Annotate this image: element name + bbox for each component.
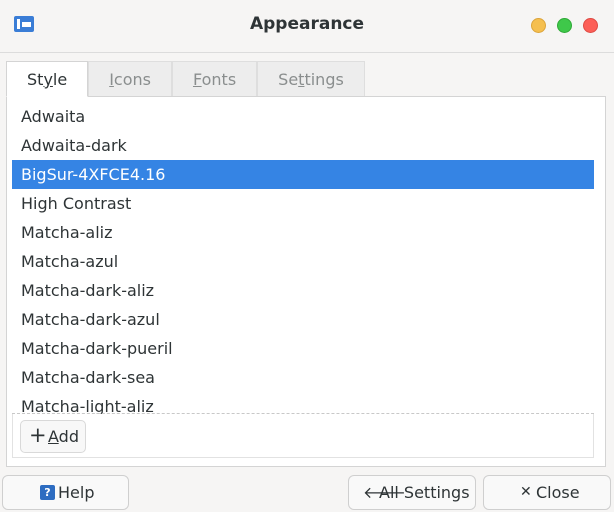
theme-list-item[interactable]: High Contrast xyxy=(12,189,594,218)
theme-list-item[interactable]: Matcha-dark-aliz xyxy=(12,276,594,305)
theme-list-item[interactable]: Adwaita-dark xyxy=(12,131,594,160)
all-settings-label: All Settings xyxy=(379,483,470,502)
list-toolbar xyxy=(12,414,594,458)
title-bar: Appearance xyxy=(0,0,614,53)
theme-list-item[interactable]: Matcha-azul xyxy=(12,247,594,276)
all-settings-button[interactable]: 🡐 All Settings xyxy=(348,475,476,510)
theme-list-item[interactable]: Matcha-dark-sea xyxy=(12,363,594,392)
theme-list-item[interactable]: Matcha-light-aliz xyxy=(12,392,594,414)
minimize-button[interactable] xyxy=(531,18,546,33)
tab-icons[interactable]: Icons xyxy=(88,61,172,96)
theme-list-item[interactable]: Matcha-aliz xyxy=(12,218,594,247)
theme-list[interactable]: Adwaita Adwaita-dark BigSur-4XFCE4.16 High … xyxy=(12,102,594,414)
close-button[interactable]: ✕ Close xyxy=(483,475,611,510)
add-theme-button[interactable]: + Add xyxy=(20,420,86,453)
theme-list-item[interactable]: BigSur-4XFCE4.16 xyxy=(12,160,594,189)
theme-list-item[interactable]: Matcha-dark-azul xyxy=(12,305,594,334)
tab-settings[interactable]: Settings xyxy=(257,61,365,96)
maximize-button[interactable] xyxy=(557,18,572,33)
close-icon: ✕ xyxy=(520,484,532,500)
theme-list-item[interactable]: Matcha-dark-pueril xyxy=(12,334,594,363)
theme-list-item[interactable]: Adwaita xyxy=(12,102,594,131)
add-label: Add xyxy=(48,427,79,446)
help-label: Help xyxy=(58,483,95,502)
plus-icon: + xyxy=(29,423,47,447)
tab-fonts[interactable]: Fonts xyxy=(171,61,258,96)
help-button[interactable]: ? Help xyxy=(2,475,129,510)
close-window-button[interactable] xyxy=(583,18,598,33)
help-icon: ? xyxy=(40,485,55,500)
close-label: Close xyxy=(536,483,580,502)
tab-bar: Style Icons Fonts Settings xyxy=(6,61,365,97)
window-title: Appearance xyxy=(249,14,365,34)
tab-style[interactable]: Style xyxy=(6,61,89,97)
